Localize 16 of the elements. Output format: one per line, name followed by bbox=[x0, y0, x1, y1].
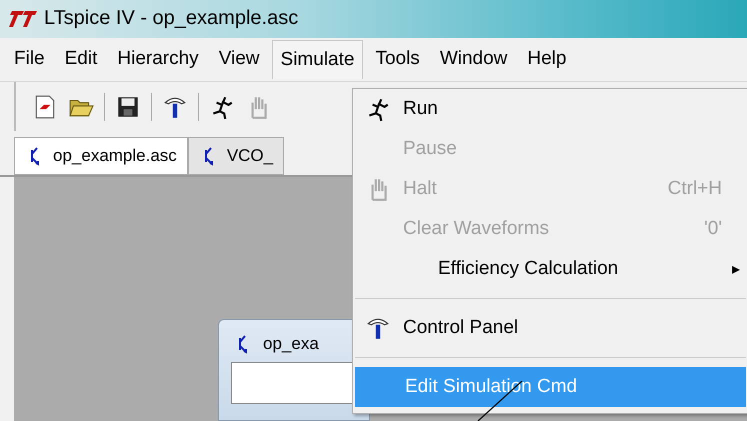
menu-item[interactable]: Control Panel bbox=[353, 308, 747, 348]
menu-item[interactable]: Efficiency Calculation ▸ bbox=[353, 249, 747, 289]
window-title: op_exa bbox=[263, 334, 319, 354]
logo-icon bbox=[8, 8, 38, 29]
menu-bar-item[interactable]: Hierarchy bbox=[109, 40, 207, 78]
menu-bar-item[interactable]: Simulate bbox=[272, 40, 364, 79]
menu-bar-item[interactable]: Help bbox=[519, 40, 574, 78]
menu-bar-item[interactable]: Tools bbox=[367, 40, 428, 78]
menu-bar-item[interactable]: Edit bbox=[56, 40, 106, 78]
document-tab[interactable]: VCO_ bbox=[188, 137, 284, 175]
menu-bar-item[interactable]: File bbox=[6, 40, 53, 78]
menu-bar-item[interactable]: View bbox=[210, 40, 268, 78]
menu-bar-item[interactable]: Window bbox=[432, 40, 516, 78]
document-tab[interactable]: op_example.asc bbox=[14, 137, 188, 175]
window-title: LTspice IV - op_example.asc bbox=[44, 7, 298, 30]
menu-item[interactable]: Run bbox=[353, 89, 747, 129]
